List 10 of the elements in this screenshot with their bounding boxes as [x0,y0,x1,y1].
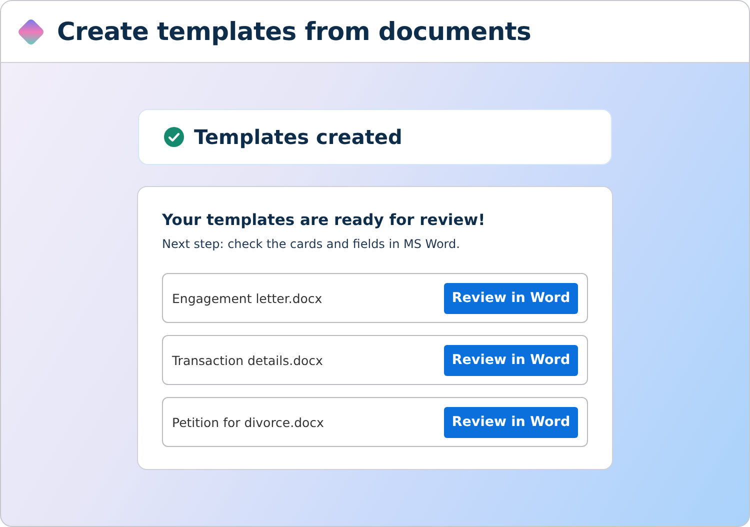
review-button[interactable]: Review in Word [444,282,578,314]
page-title: Create templates from documents [57,17,532,46]
status-title: Templates created [194,125,402,149]
file-name: Petition for divorce.docx [172,414,324,430]
file-name: Transaction details.docx [172,352,323,368]
review-button[interactable]: Review in Word [444,406,578,438]
panel-subtitle: Next step: check the cards and fields in MS Word. [162,237,461,251]
panel-heading: Your templates are ready for review! [162,211,486,229]
review-button[interactable]: Review in Word [444,344,578,376]
file-name: Engagement letter.docx [172,290,322,306]
